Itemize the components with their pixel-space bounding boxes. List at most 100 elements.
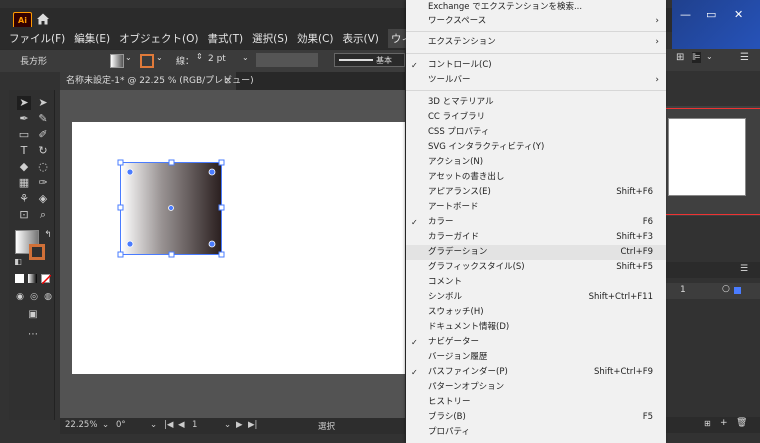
- menu-item[interactable]: ツールバー ›: [406, 73, 666, 88]
- menu-item[interactable]: バージョン履歴: [406, 350, 666, 365]
- rectangle-tool-icon[interactable]: ▭: [17, 128, 31, 142]
- menubar-item[interactable]: 表示(V): [343, 31, 379, 46]
- menu-item[interactable]: ✓ カラー F6: [406, 215, 666, 230]
- stroke-profile-field[interactable]: 基本: [334, 53, 405, 67]
- menu-item[interactable]: プロパティ: [406, 425, 666, 440]
- default-colors-icon[interactable]: ◧: [11, 255, 25, 269]
- draw-behind-icon[interactable]: ◎: [27, 290, 41, 304]
- more-tools-icon[interactable]: ⋯: [26, 328, 40, 342]
- selection-handles[interactable]: [116, 158, 226, 259]
- menu-item[interactable]: 3D とマテリアル: [406, 95, 666, 110]
- stroke-weight-input[interactable]: 2 pt: [208, 54, 226, 64]
- menu-item[interactable]: パターンオプション: [406, 380, 666, 395]
- chevron-down-icon[interactable]: ⌄: [125, 53, 132, 62]
- curvature-tool-icon[interactable]: ✎: [36, 112, 50, 126]
- menu-item[interactable]: アクション(N): [406, 155, 666, 170]
- artboard-number[interactable]: 1: [192, 420, 197, 430]
- menu-item-shortcut: Shift+Ctrl+F11: [588, 292, 653, 302]
- chevron-down-icon[interactable]: ⌄: [156, 53, 163, 62]
- menu-item[interactable]: CSS プロパティ: [406, 125, 666, 140]
- chevron-down-icon[interactable]: ⌄: [102, 420, 109, 430]
- fill-swatch[interactable]: [110, 54, 124, 68]
- gradient-mode-icon[interactable]: [28, 274, 37, 283]
- target-icon[interactable]: ○: [722, 284, 730, 294]
- panel-menu-icon[interactable]: ☰: [740, 52, 749, 63]
- selection-tool-icon[interactable]: ➤: [17, 96, 31, 110]
- last-artboard-icon[interactable]: ▶|: [248, 420, 257, 430]
- menubar-item[interactable]: 効果(C): [297, 31, 334, 46]
- chevron-down-icon[interactable]: ⌄: [224, 420, 231, 430]
- stroke-color-icon[interactable]: [29, 244, 45, 260]
- chevron-down-icon[interactable]: ⌄: [706, 52, 713, 61]
- swap-colors-icon[interactable]: ↰: [41, 228, 55, 242]
- close-window-icon[interactable]: ✕: [734, 8, 743, 21]
- chevron-down-icon[interactable]: ⌄: [242, 53, 249, 62]
- stroke-swatch[interactable]: [140, 54, 154, 68]
- new-layer-icon[interactable]: ⊞: [704, 419, 711, 428]
- grid-icon[interactable]: ⊞: [676, 52, 684, 63]
- navigator-preview[interactable]: [662, 106, 760, 216]
- menu-item[interactable]: ✓ ナビゲーター: [406, 335, 666, 350]
- direct-selection-tool-icon[interactable]: ➤: [36, 96, 50, 110]
- variable-width-field[interactable]: [256, 53, 318, 67]
- checkmark-icon: ✓: [411, 61, 418, 70]
- minimize-icon[interactable]: —: [680, 8, 691, 21]
- align-icon[interactable]: ⊫: [692, 52, 701, 63]
- menu-item[interactable]: アセットの書き出し: [406, 170, 666, 185]
- draw-normal-icon[interactable]: ◉: [13, 290, 27, 304]
- type-tool-icon[interactable]: T: [17, 144, 31, 158]
- pen-tool-icon[interactable]: ✒: [17, 112, 31, 126]
- stepper-icon[interactable]: ⇕: [196, 52, 203, 61]
- paintbrush-tool-icon[interactable]: ✐: [36, 128, 50, 142]
- menu-item[interactable]: ✓ パスファインダー(P) Shift+Ctrl+F9: [406, 365, 666, 380]
- add-icon[interactable]: +: [720, 418, 728, 428]
- document-tab[interactable]: 名称未設定-1* @ 22.25 % (RGB/プレビュー) ×: [60, 72, 254, 90]
- lasso-tool-icon[interactable]: ◌: [36, 160, 50, 174]
- screen-mode-icon[interactable]: ▣: [26, 308, 40, 322]
- menu-item[interactable]: アートボード: [406, 200, 666, 215]
- menubar-item[interactable]: 書式(T): [208, 31, 244, 46]
- blend-tool-icon[interactable]: ⚘: [17, 192, 31, 206]
- shape-builder-tool-icon[interactable]: ◈: [36, 192, 50, 206]
- chevron-down-icon[interactable]: ⌄: [150, 420, 157, 430]
- next-artboard-icon[interactable]: ▶: [236, 420, 243, 430]
- menu-item[interactable]: グラデーション Ctrl+F9: [406, 245, 666, 260]
- menu-item[interactable]: スウォッチ(H): [406, 305, 666, 320]
- menu-item[interactable]: コメント: [406, 275, 666, 290]
- menubar-item[interactable]: 選択(S): [252, 31, 288, 46]
- rotate-tool-icon[interactable]: ↻: [36, 144, 50, 158]
- menu-item[interactable]: カラーガイド Shift+F3: [406, 230, 666, 245]
- menu-item[interactable]: ドキュメント情報(D): [406, 320, 666, 335]
- menubar-item[interactable]: オブジェクト(O): [119, 31, 198, 46]
- menu-item[interactable]: ヒストリー: [406, 395, 666, 410]
- eraser-tool-icon[interactable]: ◆: [17, 160, 31, 174]
- menu-item[interactable]: Exchange でエクステンションを検索...: [406, 0, 666, 15]
- menu-item[interactable]: ブラシ(B) F5: [406, 410, 666, 425]
- draw-inside-icon[interactable]: ◍: [41, 290, 55, 304]
- zoom-level[interactable]: 22.25%: [65, 420, 97, 430]
- panel-menu-icon[interactable]: ☰: [740, 264, 748, 274]
- menubar-item[interactable]: 編集(E): [74, 31, 110, 46]
- first-artboard-icon[interactable]: |◀: [164, 420, 173, 430]
- menu-item[interactable]: シンボル Shift+Ctrl+F11: [406, 290, 666, 305]
- color-mode-icon[interactable]: [15, 274, 24, 283]
- none-mode-icon[interactable]: [41, 274, 51, 284]
- zoom-tool-icon[interactable]: ⌕: [36, 208, 50, 222]
- menu-item[interactable]: SVG インタラクティビティ(Y): [406, 140, 666, 155]
- menu-item[interactable]: CC ライブラリ: [406, 110, 666, 125]
- close-icon[interactable]: ×: [224, 72, 232, 90]
- rotation-value[interactable]: 0°: [116, 420, 126, 430]
- maximize-icon[interactable]: ▭: [706, 8, 716, 21]
- menu-item[interactable]: ✓ コントロール(C): [406, 58, 666, 73]
- previous-artboard-icon[interactable]: ◀: [178, 420, 185, 430]
- gradient-tool-icon[interactable]: ▦: [17, 176, 31, 190]
- delete-icon[interactable]: 🗑: [736, 418, 747, 428]
- menu-item[interactable]: アピアランス(E) Shift+F6: [406, 185, 666, 200]
- menu-item[interactable]: グラフィックスタイル(S) Shift+F5: [406, 260, 666, 275]
- eyedropper-tool-icon[interactable]: ✑: [36, 176, 50, 190]
- menubar-item[interactable]: ファイル(F): [9, 31, 65, 46]
- menu-item[interactable]: ワークスペース ›: [406, 14, 666, 29]
- layer-row[interactable]: 1 ○: [662, 283, 760, 299]
- menu-item[interactable]: エクステンション ›: [406, 35, 666, 50]
- artboard-tool-icon[interactable]: ⊡: [17, 208, 31, 222]
